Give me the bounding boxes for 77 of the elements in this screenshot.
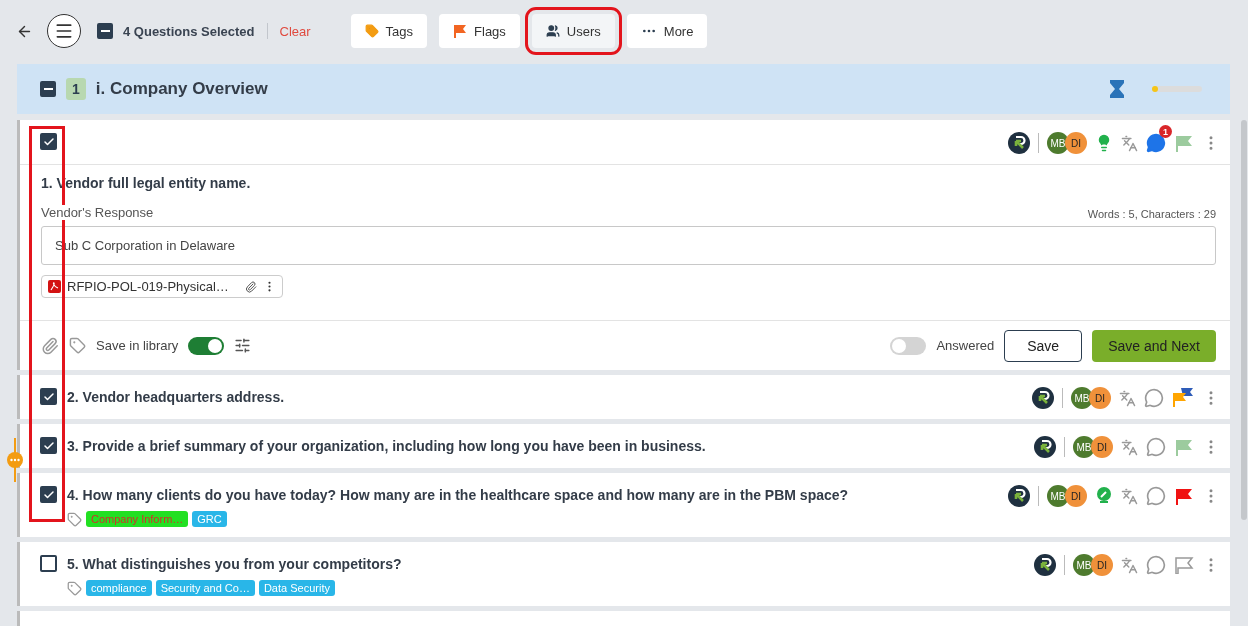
answered-toggle[interactable] [890, 336, 927, 355]
save-button[interactable]: Save [1004, 329, 1083, 362]
question-checkbox[interactable] [40, 437, 57, 454]
attachment-name: RFPIO-POL-019-Physical… [67, 279, 229, 294]
check-icon [42, 439, 55, 452]
user-avatar[interactable]: MB [1047, 132, 1069, 154]
user-avatar[interactable]: MB [1073, 436, 1095, 458]
user-avatar[interactable]: DI [1091, 554, 1113, 576]
question-text: 2. Vendor headquarters address. [67, 388, 286, 407]
answered-label: Answered [936, 338, 995, 353]
user-avatar[interactable]: DI [1065, 132, 1087, 154]
tag-icon[interactable] [67, 580, 82, 596]
comment-icon[interactable] [1146, 133, 1166, 153]
flag-icon[interactable] [1174, 556, 1194, 574]
response-label: Vendor's Response [41, 205, 154, 220]
users-icon [545, 24, 560, 38]
flag-icon[interactable] [1174, 134, 1194, 152]
translate-icon[interactable] [1121, 487, 1138, 505]
tag-icon[interactable] [67, 511, 82, 527]
flag-icon[interactable] [1174, 487, 1194, 505]
selection-count: 4 Questions Selected [123, 23, 255, 39]
hourglass-icon [1110, 80, 1124, 98]
question-text: 4. How many clients do you have today? How many are in the healthcare space and how many are in the PBM space? [67, 486, 850, 505]
word-count: Words : 5, Characters : 29 [1087, 208, 1216, 220]
translate-icon[interactable] [1119, 389, 1136, 407]
flag-icon [453, 24, 468, 38]
menu-button[interactable] [47, 14, 81, 48]
user-avatar[interactable]: DI [1089, 387, 1111, 409]
paperclip-icon[interactable] [244, 280, 257, 293]
tags-button[interactable]: Tags [350, 14, 428, 48]
save-and-next-button[interactable]: Save and Next [1092, 329, 1216, 362]
save-in-library-toggle[interactable] [188, 336, 225, 355]
pdf-icon [48, 280, 61, 293]
user-avatar[interactable]: MB [1073, 554, 1095, 576]
question-checkbox[interactable] [40, 555, 57, 572]
question-text: 3. Provide a brief summary of your organization, including how long you have been in business. [67, 437, 707, 456]
section-title: i. Company Overview [95, 79, 269, 99]
logo-icon [1034, 554, 1056, 576]
menu-icon [54, 21, 74, 41]
translate-icon[interactable] [1121, 438, 1138, 456]
check-icon [42, 135, 55, 148]
logo-icon [1032, 387, 1054, 409]
logo-icon [1008, 132, 1030, 154]
check-icon [42, 390, 55, 403]
comment-icon[interactable] [1146, 555, 1166, 575]
lightbulb-pencil-icon[interactable] [1095, 486, 1113, 506]
user-avatar[interactable]: DI [1091, 436, 1113, 458]
question-checkbox[interactable] [40, 388, 57, 405]
add-attachment-icon[interactable] [41, 336, 59, 355]
comment-icon[interactable] [1146, 486, 1166, 506]
question-checkbox[interactable] [40, 486, 57, 503]
check-icon [42, 488, 55, 501]
more-button[interactable]: More [626, 14, 708, 48]
comment-count-badge: 1 [1159, 125, 1172, 138]
section-number: 1 [66, 78, 86, 100]
scrollbar-thumb[interactable] [1241, 120, 1247, 520]
user-avatar[interactable]: DI [1065, 485, 1087, 507]
tag-icon [364, 24, 379, 38]
question-text: 5. What distinguishes you from your competitors? [67, 555, 403, 574]
flags-button[interactable]: Flags [439, 14, 520, 48]
flags-icon[interactable] [1172, 388, 1194, 408]
question-checkbox[interactable] [40, 133, 57, 150]
select-all-checkbox[interactable] [97, 23, 113, 39]
translate-icon[interactable] [1121, 134, 1138, 152]
logo-icon [1034, 436, 1056, 458]
user-avatar[interactable]: MB [1047, 485, 1069, 507]
user-avatar[interactable]: MB [1071, 387, 1093, 409]
translate-icon[interactable] [1121, 556, 1138, 574]
flag-icon[interactable] [1174, 438, 1194, 456]
settings-sliders-icon[interactable] [234, 337, 252, 354]
section-checkbox[interactable] [40, 81, 56, 97]
logo-icon [1008, 485, 1030, 507]
save-in-library-label: Save in library [96, 338, 179, 353]
comment-icon[interactable] [1144, 388, 1164, 408]
attachment-chip[interactable]: RFPIO-POL-019-Physical… [41, 275, 283, 298]
tag-icon[interactable] [69, 337, 86, 354]
comment-icon[interactable] [1146, 437, 1166, 457]
